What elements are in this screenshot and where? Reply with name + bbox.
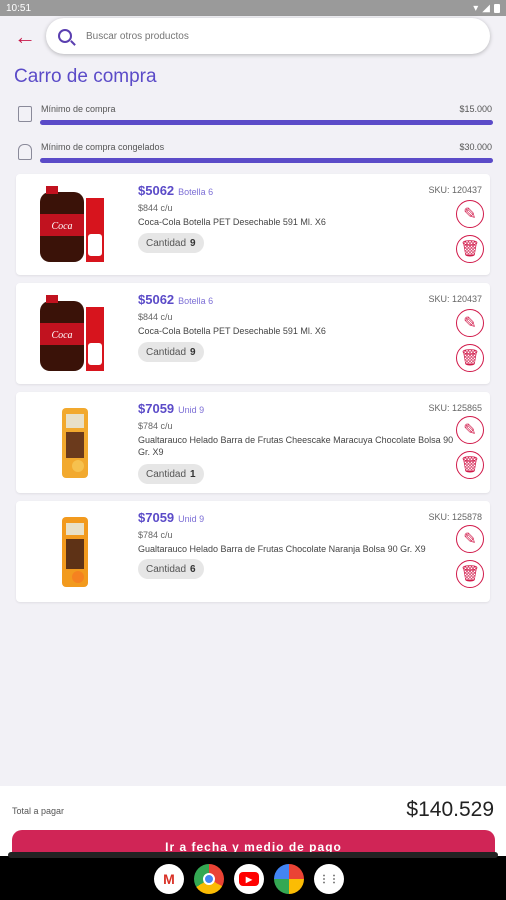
minimum-frozen-progress-fill bbox=[40, 158, 493, 163]
quantity-value: 1 bbox=[190, 468, 196, 480]
trash-icon: 🗑 bbox=[459, 241, 481, 258]
signal-icon: ◢ bbox=[482, 2, 490, 14]
minimum-frozen-label: Mínimo de compra congelados bbox=[41, 142, 165, 152]
trash-icon: 🗑 bbox=[459, 566, 481, 583]
page-title: Carro de compra bbox=[14, 66, 157, 87]
minimum-frozen-progress-bar bbox=[40, 158, 493, 163]
item-description: Gualtarauco Helado Barra de Frutas Chees… bbox=[138, 435, 454, 457]
product-image-ice-cream bbox=[62, 517, 88, 587]
battery-icon bbox=[494, 3, 500, 13]
status-time: 10:51 bbox=[6, 2, 32, 14]
search-icon bbox=[58, 29, 72, 43]
item-price: $7059 Unid 9 bbox=[138, 510, 205, 525]
cart-item: $7059 Unid 9 SKU: 125865 $784 c/u Gualtar… bbox=[16, 392, 490, 493]
quantity-badge[interactable]: Cantidad 9 bbox=[138, 342, 204, 362]
app-drawer-icon[interactable]: ⋮⋮ bbox=[314, 864, 344, 894]
quantity-value: 6 bbox=[190, 563, 196, 575]
edit-button[interactable]: ✎ bbox=[456, 309, 484, 337]
search-box[interactable] bbox=[46, 18, 490, 54]
wifi-icon: ▾ bbox=[473, 2, 479, 14]
item-unit: Unid 9 bbox=[178, 405, 205, 415]
pencil-icon: ✎ bbox=[463, 422, 477, 439]
delete-button[interactable]: 🗑 bbox=[456, 344, 484, 372]
cart-item: Coca $5062 Botella 6 SKU: 120437 $844 c/u… bbox=[16, 283, 490, 384]
youtube-icon[interactable]: ▶ bbox=[234, 864, 264, 894]
ice-cream-icon bbox=[18, 144, 32, 160]
item-sku: SKU: 120437 bbox=[428, 185, 482, 195]
minimum-frozen-row: Mínimo de compra congelados $30.000 bbox=[18, 142, 494, 168]
item-unit-price: $784 c/u bbox=[138, 530, 173, 540]
item-description: Coca-Cola Botella PET Desechable 591 Ml.… bbox=[138, 217, 326, 227]
status-bar: 10:51 ▾ ◢ bbox=[0, 0, 506, 16]
bag-icon bbox=[18, 106, 32, 122]
item-unit-price: $844 c/u bbox=[138, 203, 173, 213]
item-description: Coca-Cola Botella PET Desechable 591 Ml.… bbox=[138, 326, 326, 336]
minimum-progress-fill bbox=[40, 120, 493, 125]
edit-button[interactable]: ✎ bbox=[456, 525, 484, 553]
app-dock: M ▶ ⋮⋮ bbox=[154, 864, 344, 894]
photos-icon[interactable] bbox=[274, 864, 304, 894]
minimum-amount: $15.000 bbox=[459, 104, 492, 114]
product-image-coca-cola: Coca bbox=[40, 295, 104, 371]
item-price: $7059 Unid 9 bbox=[138, 401, 205, 416]
delete-button[interactable]: 🗑 bbox=[456, 451, 484, 479]
trash-icon: 🗑 bbox=[459, 350, 481, 367]
quantity-badge[interactable]: Cantidad 1 bbox=[138, 464, 204, 484]
minimum-progress-bar bbox=[40, 120, 493, 125]
edit-button[interactable]: ✎ bbox=[456, 200, 484, 228]
top-bar: ← bbox=[0, 16, 506, 60]
quantity-value: 9 bbox=[190, 237, 196, 249]
item-unit-price: $784 c/u bbox=[138, 421, 173, 431]
minimum-purchase-row: Mínimo de compra $15.000 bbox=[18, 104, 494, 130]
item-sku: SKU: 125865 bbox=[428, 403, 482, 413]
pencil-icon: ✎ bbox=[463, 531, 477, 548]
minimum-label: Mínimo de compra bbox=[41, 104, 116, 114]
item-price: $5062 Botella 6 bbox=[138, 292, 214, 307]
quantity-badge[interactable]: Cantidad 9 bbox=[138, 233, 204, 253]
item-sku: SKU: 120437 bbox=[428, 294, 482, 304]
quantity-badge[interactable]: Cantidad 6 bbox=[138, 559, 204, 579]
delete-button[interactable]: 🗑 bbox=[456, 560, 484, 588]
cart-item: Coca $5062 Botella 6 SKU: 120437 $844 c/u… bbox=[16, 174, 490, 275]
delete-button[interactable]: 🗑 bbox=[456, 235, 484, 263]
svg-text:Coca: Coca bbox=[51, 221, 72, 232]
item-unit-price: $844 c/u bbox=[138, 312, 173, 322]
item-description: Gualtarauco Helado Barra de Frutas Choco… bbox=[138, 544, 426, 554]
quantity-value: 9 bbox=[190, 346, 196, 358]
item-unit: Botella 6 bbox=[178, 296, 214, 306]
minimum-frozen-amount: $30.000 bbox=[459, 142, 492, 152]
pencil-icon: ✎ bbox=[463, 206, 477, 223]
gmail-icon[interactable]: M bbox=[154, 864, 184, 894]
trash-icon: 🗑 bbox=[459, 457, 481, 474]
item-unit: Unid 9 bbox=[178, 514, 205, 524]
nav-handle bbox=[8, 852, 498, 858]
back-arrow-icon[interactable]: ← bbox=[14, 26, 38, 50]
svg-text:Coca: Coca bbox=[51, 330, 72, 341]
edit-button[interactable]: ✎ bbox=[456, 416, 484, 444]
search-input[interactable] bbox=[86, 30, 446, 42]
pencil-icon: ✎ bbox=[463, 315, 477, 332]
chrome-icon[interactable] bbox=[194, 864, 224, 894]
product-image-coca-cola: Coca bbox=[40, 186, 104, 262]
system-nav-bar: M ▶ ⋮⋮ bbox=[0, 852, 506, 900]
total-value: $140.529 bbox=[406, 798, 494, 821]
product-image-ice-cream bbox=[62, 408, 88, 478]
item-price: $5062 Botella 6 bbox=[138, 183, 214, 198]
item-unit: Botella 6 bbox=[178, 187, 214, 197]
item-sku: SKU: 125878 bbox=[428, 512, 482, 522]
cart-item: $7059 Unid 9 SKU: 125878 $784 c/u Gualtar… bbox=[16, 501, 490, 602]
total-label: Total a pagar bbox=[12, 806, 65, 816]
